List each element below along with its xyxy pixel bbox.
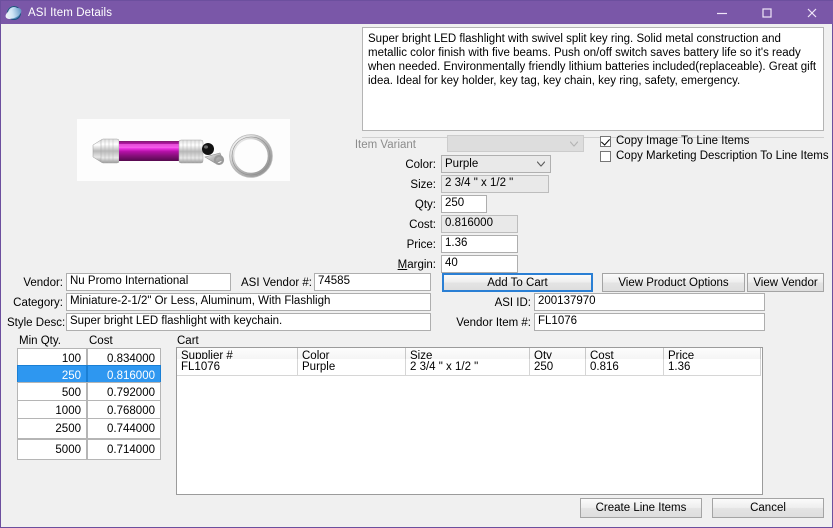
cart-cell-size[interactable]: 2 3/4 " x 1/2 " [406,359,530,376]
qty-field[interactable]: 250 [441,195,487,213]
color-value: Purple [445,158,479,170]
vendor-label: Vendor: [23,277,63,289]
cart-cell-color[interactable]: Purple [298,359,406,376]
pricing-grid-cost-header: Cost [89,335,113,347]
copy-marketing-description-to-line-items-label: Copy Marketing Description To Line Items [616,150,829,162]
asi-globe-icon [3,5,24,21]
title-bar: ASI Item Details [1,1,833,24]
asi-id-label: ASI ID: [494,297,531,309]
copy-image-to-line-items-checkbox[interactable]: Copy Image To Line Items [600,135,749,147]
checkbox-unchecked-icon [600,150,611,162]
price-label: Price: [406,239,436,251]
margin-label: Margin: [397,259,436,271]
window-controls [699,1,833,24]
margin-field[interactable]: 40 [441,255,518,273]
item-variant-select[interactable] [447,135,584,152]
view-vendor-button[interactable]: View Vendor [747,273,824,292]
cart-cell-cost[interactable]: 0.816 [586,359,664,376]
pricing-row-cost[interactable]: 0.744000 [87,418,161,439]
cart-cell-price[interactable]: 1.36 [664,359,761,376]
pricing-row-cost[interactable]: 0.714000 [87,439,161,460]
view-product-options-button[interactable]: View Product Options [602,273,745,292]
maximize-icon[interactable] [744,1,789,24]
add-to-cart-button[interactable]: Add To Cart [442,273,593,292]
size-field[interactable]: 2 3/4 " x 1/2 " [441,175,549,193]
color-label: Color: [405,159,436,171]
vendor-field[interactable]: Nu Promo International [66,273,231,291]
chevron-down-icon [570,141,578,146]
qty-label: Qty: [414,199,436,211]
size-label: Size: [410,179,436,191]
color-select[interactable]: Purple [441,155,551,173]
marketing-description-textarea[interactable]: Super bright LED flashlight with swivel … [362,27,824,131]
cost-label: Cost: [409,219,436,231]
cart-cell-supplier[interactable]: FL1076 [177,359,298,376]
price-field[interactable]: 1.36 [441,235,518,253]
asi-item-details-window: ASI Item Details Super bright LED flashl… [0,0,833,528]
vendor-item-number-field[interactable]: FL1076 [534,313,765,331]
asi-vendor-number-field[interactable]: 74585 [314,273,431,291]
pricing-row-min-qty[interactable]: 2500 [17,418,87,439]
copy-image-to-line-items-label: Copy Image To Line Items [616,135,750,147]
minimize-icon[interactable] [699,1,744,24]
pricing-grid-min-qty-header: Min Qty. [19,335,61,347]
cart-title: Cart [177,335,199,347]
window-title: ASI Item Details [28,6,113,19]
item-variant-label: Item Variant [354,139,416,151]
create-line-items-button[interactable]: Create Line Items [580,498,702,518]
pricing-row-min-qty[interactable]: 5000 [17,439,87,460]
checkbox-checked-icon [600,135,611,147]
category-label: Category: [13,297,63,309]
vendor-item-number-label: Vendor Item #: [456,317,531,329]
category-field[interactable]: Miniature-2-1/2" Or Less, Aluminum, With… [66,293,431,311]
style-desc-label: Style Desc: [7,317,66,329]
cost-field[interactable]: 0.816000 [441,215,518,233]
close-icon[interactable] [789,1,833,24]
cart-cell-qty[interactable]: 250 [530,359,586,376]
chevron-down-icon [537,161,545,167]
asi-vendor-number-label: ASI Vendor #: [241,277,312,289]
copy-marketing-description-to-line-items-checkbox[interactable]: Copy Marketing Description To Line Items [600,150,829,162]
product-image [77,119,290,181]
style-desc-field[interactable]: Super bright LED flashlight with keychai… [66,313,431,331]
cancel-button[interactable]: Cancel [712,498,824,518]
asi-id-field[interactable]: 200137970 [534,293,765,311]
